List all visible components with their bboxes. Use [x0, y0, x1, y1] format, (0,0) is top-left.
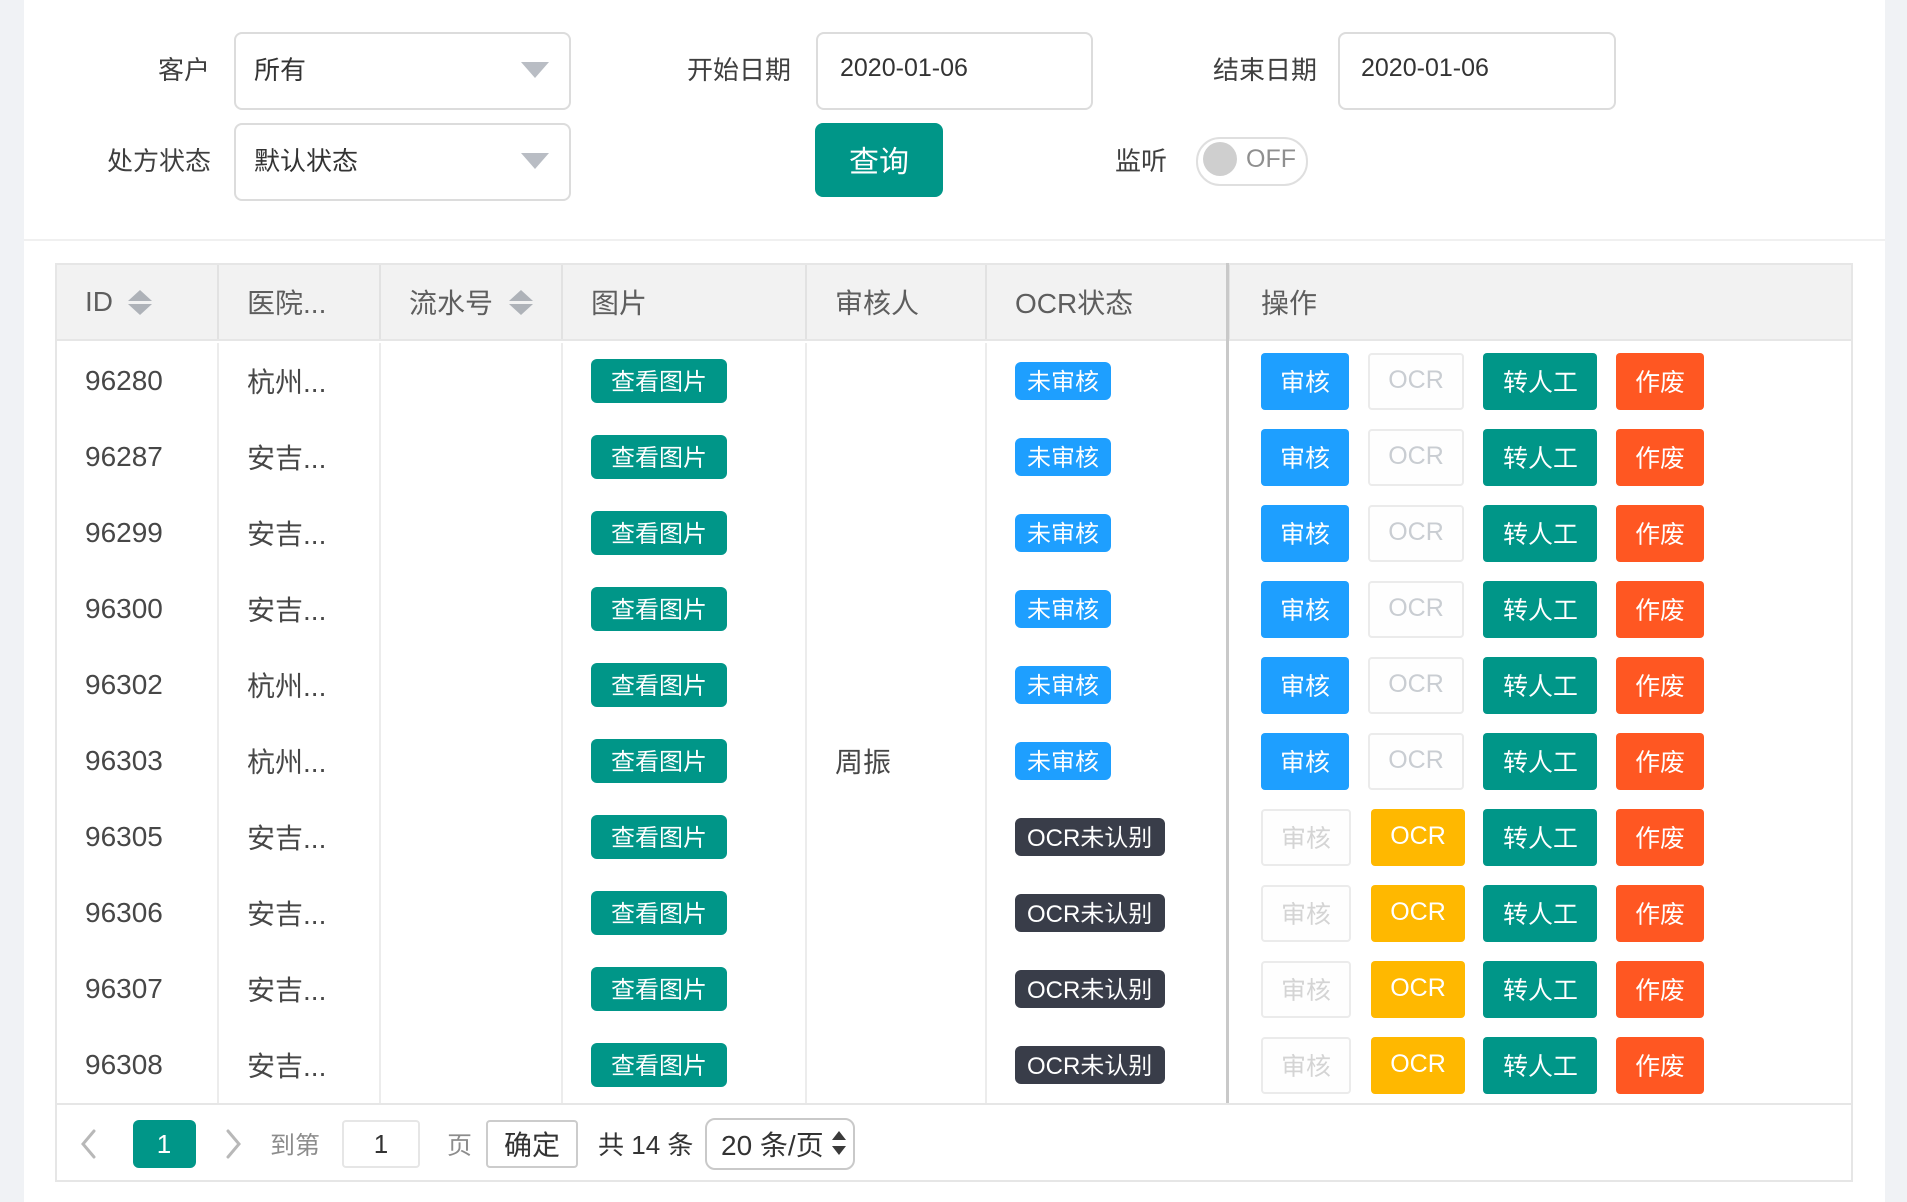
svg-text:OCR: OCR — [1027, 1053, 1080, 1080]
svg-text:14: 14 — [631, 1130, 660, 1160]
svg-text:...: ... — [303, 519, 326, 550]
svg-text:...: ... — [303, 747, 326, 778]
svg-text:...: ... — [303, 1051, 326, 1082]
svg-text:20: 20 — [721, 1130, 752, 1161]
svg-text:/: / — [788, 1130, 796, 1161]
svg-text:...: ... — [303, 975, 326, 1006]
svg-text:...: ... — [303, 823, 326, 854]
svg-text:...: ... — [303, 899, 326, 930]
svg-text:OCR: OCR — [1027, 825, 1080, 852]
svg-text:...: ... — [303, 595, 326, 626]
svg-text:...: ... — [303, 671, 326, 702]
svg-text:OCR: OCR — [1027, 901, 1080, 928]
svg-text:...: ... — [303, 288, 326, 319]
svg-text:...: ... — [303, 367, 326, 398]
svg-text:OCR: OCR — [1027, 977, 1080, 1004]
svg-text:...: ... — [303, 443, 326, 474]
svg-text:OCR: OCR — [1015, 288, 1077, 319]
